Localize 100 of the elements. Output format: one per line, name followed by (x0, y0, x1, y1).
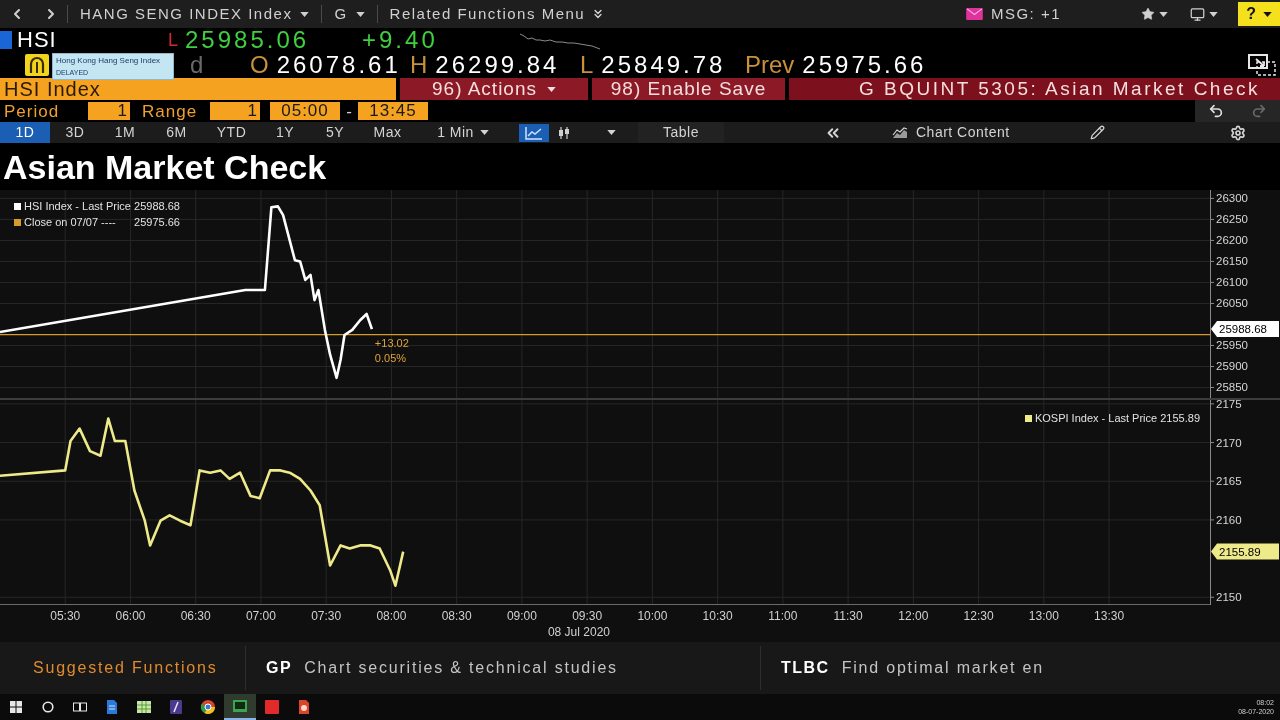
y-tick-label: 26300 (1216, 192, 1248, 205)
end-time-field[interactable]: 13:45 (358, 102, 428, 120)
start-time-field[interactable]: 05:00 (270, 102, 340, 120)
x-tick-label: 12:30 (963, 609, 994, 623)
y-tick-label: 2160 (1216, 513, 1242, 526)
help-button[interactable]: ? (1238, 2, 1280, 26)
caret-icon (300, 11, 310, 17)
last-price-tag: 25988.68 (1211, 321, 1279, 338)
function-description[interactable]: Find optimal market en (841, 656, 1044, 680)
x-tick-label: 09:00 (506, 609, 537, 623)
change-annotation: +13.02 (374, 336, 409, 349)
quote-field-label: O (250, 53, 269, 77)
function-code[interactable]: TLBC (781, 656, 830, 680)
price-change: +9.40 (362, 28, 438, 52)
period-field[interactable]: 1 (88, 102, 130, 120)
action-button[interactable]: 96) Actions (400, 78, 588, 100)
spreadsheet-icon (137, 701, 151, 713)
change-annotation: 0.05% (374, 351, 407, 364)
function-description[interactable]: Chart securities & technical studies (304, 656, 618, 680)
window-arrow-icon[interactable] (1248, 54, 1276, 76)
arch-icon[interactable] (25, 54, 49, 76)
circle-icon (42, 701, 54, 713)
settings-icon[interactable] (1230, 124, 1246, 141)
x-axis-date: 08 Jul 2020 (547, 625, 610, 639)
y-tick-label: 26250 (1216, 213, 1248, 226)
caret-icon (355, 11, 365, 17)
y-tick-label: 26100 (1216, 276, 1248, 289)
table-button[interactable]: Table (638, 122, 724, 143)
action-button[interactable]: 98) Enable Save (592, 78, 785, 100)
x-tick-label: 10:30 (702, 609, 733, 623)
related-functions-menu[interactable]: Related Functions Menu (385, 0, 610, 28)
range-label: Range (142, 102, 198, 120)
redo-icon[interactable] (1250, 103, 1267, 119)
range-tab[interactable]: 5Y (310, 122, 360, 143)
envelope-icon[interactable] (965, 8, 983, 20)
range-tab[interactable]: 1D (0, 122, 50, 143)
undo-icon[interactable] (1208, 103, 1225, 119)
caret-icon[interactable] (607, 130, 616, 135)
y-tick-label: 2150 (1216, 591, 1242, 604)
chart-type-button[interactable] (519, 123, 549, 142)
caret-icon (1209, 11, 1218, 17)
x-tick-label: 12:00 (898, 609, 929, 623)
x-tick-label: 09:30 (572, 609, 603, 623)
caret-icon (479, 130, 489, 135)
star-icon (1141, 7, 1155, 21)
y-tick-label: 26200 (1216, 234, 1248, 247)
candlestick-icon (557, 125, 571, 140)
quote-field-label: H (410, 53, 428, 77)
pencil-icon[interactable] (1089, 125, 1105, 140)
function-menu[interactable]: G (330, 0, 369, 28)
y-tick-label: 26150 (1216, 255, 1248, 268)
x-tick-label: 08:30 (441, 609, 472, 623)
y-tick-label: 26050 (1216, 297, 1248, 310)
app-icon (265, 700, 279, 714)
tick-direction-letter: L (168, 31, 178, 49)
y-tick-label: 25900 (1216, 360, 1248, 373)
range-tab[interactable]: YTD (203, 122, 260, 143)
document-icon (106, 700, 118, 714)
caret-icon (1262, 11, 1272, 17)
app-icon (170, 700, 182, 714)
quote-field-value: 25849.78 (601, 53, 726, 77)
caret-icon (1159, 11, 1168, 17)
page-title: G BQUINT 5305: Asian Market Check (858, 78, 1260, 100)
range-field[interactable]: 1 (210, 102, 260, 120)
time-separator: - (346, 102, 352, 120)
y-tick-label: 25950 (1216, 339, 1248, 352)
security-field[interactable]: HSI Index (0, 78, 396, 100)
x-tick-label: 06:00 (115, 609, 146, 623)
legend-label: KOSPI Index - Last Price 2155.89 (1034, 411, 1200, 425)
range-tab[interactable]: 1M (100, 122, 150, 143)
caret-icon (547, 86, 556, 92)
y-tick-label: 2165 (1216, 475, 1242, 488)
quote-field-value: 26299.84 (435, 53, 560, 77)
x-tick-label: 07:00 (245, 609, 276, 623)
task-view-icon (73, 701, 87, 713)
security-menu[interactable]: HANG SENG INDEX Index (76, 0, 314, 28)
area-chart-icon (892, 126, 908, 139)
messages-button[interactable]: MSG: +1 (988, 0, 1063, 28)
line-chart-icon (525, 125, 543, 140)
quote-prefix: d (190, 53, 204, 77)
terminal-icon (233, 700, 247, 712)
browser-icon (201, 700, 215, 714)
presentation-icon (298, 700, 310, 714)
x-tick-label: 05:30 (50, 609, 81, 623)
taskbar-button[interactable] (224, 694, 256, 720)
interval-dropdown[interactable]: 1 Min (425, 122, 501, 143)
grid-icon (10, 701, 22, 713)
function-code[interactable]: GP (266, 656, 293, 680)
range-tab[interactable]: Max (360, 122, 415, 143)
legend-label: HSI Index - Last Price 25988.68 (24, 199, 180, 213)
range-tab[interactable]: 3D (50, 122, 100, 143)
x-tick-label: 10:00 (637, 609, 668, 623)
range-tab[interactable]: 1Y (260, 122, 310, 143)
x-tick-label: 13:30 (1094, 609, 1125, 623)
chart-content-button[interactable]: Chart Content (890, 122, 1012, 143)
range-tab[interactable]: 6M (150, 122, 203, 143)
quote-field-label: Prev (745, 53, 795, 77)
quote-field-value: 25975.66 (802, 53, 927, 77)
last-price: 25985.06 (185, 28, 310, 52)
monitor-icon (1190, 6, 1205, 22)
